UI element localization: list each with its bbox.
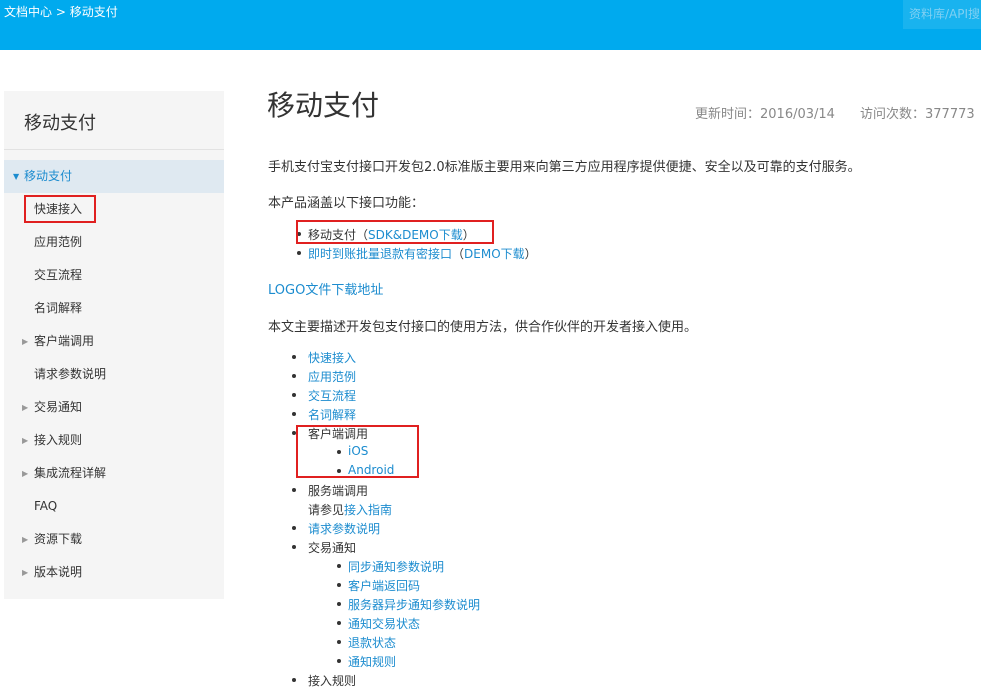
bullet-icon [292, 412, 296, 416]
bullet-icon [337, 621, 341, 625]
bullet-icon [337, 602, 341, 606]
breadcrumb-separator: > [55, 5, 66, 19]
bullet-icon [292, 678, 296, 682]
sidebar-divider [4, 149, 224, 150]
highlight-box [296, 220, 494, 244]
sidebar-title: 移动支付 [24, 113, 96, 134]
sidebar-item-params[interactable]: 请求参数说明 [4, 358, 224, 391]
bullet-icon [292, 526, 296, 530]
feature-item: 即时到账批量退款有密接口（DEMO下载） [308, 245, 537, 262]
description-text: 本文主要描述开发包支付接口的使用方法，供合作伙伴的开发者接入使用。 [268, 320, 698, 335]
bullet-icon [337, 640, 341, 644]
toc-notify-label: 交易通知 [308, 541, 357, 555]
caret-right-icon: ▶ [22, 469, 29, 478]
sidebar-item-integration[interactable]: ▶ 集成流程详解 [4, 457, 224, 490]
bullet-icon [292, 393, 296, 397]
covers-text: 本产品涵盖以下接口功能： [268, 196, 425, 211]
breadcrumb-root[interactable]: 文档中心 [4, 5, 52, 19]
highlight-box [296, 425, 419, 478]
toc-terms-link[interactable]: 名词解释 [308, 406, 356, 423]
bullet-icon [292, 374, 296, 378]
toc-sync-notify-link[interactable]: 同步通知参数说明 [348, 558, 444, 575]
sidebar-item-client[interactable]: ▶ 客户端调用 [4, 325, 224, 358]
bullet-icon [292, 545, 296, 549]
feature-paren: （ [452, 247, 465, 261]
caret-right-icon: ▶ [22, 568, 29, 577]
server-note-text: 请参见 [308, 503, 345, 517]
sidebar-item-label: 资源下载 [34, 532, 83, 546]
sidebar-item-versions[interactable]: ▶ 版本说明 [4, 556, 224, 589]
sidebar-item-label: 集成流程详解 [34, 466, 107, 480]
toc-examples-link[interactable]: 应用范例 [308, 368, 356, 385]
breadcrumb: 文档中心 > 移动支付 [4, 3, 118, 20]
bullet-icon [292, 488, 296, 492]
sidebar-item-label: 接入规则 [34, 433, 83, 447]
sidebar-item-terms[interactable]: 名词解释 [4, 292, 224, 325]
bullet-icon [297, 251, 301, 255]
bullet-icon [337, 564, 341, 568]
sidebar-item-mobile-pay[interactable]: ▼ 移动支付 [4, 160, 224, 193]
sidebar-item-label: 交互流程 [34, 268, 83, 282]
toc-async-notify-link[interactable]: 服务器异步通知参数说明 [348, 596, 480, 613]
sidebar-item-label: 客户端调用 [34, 334, 95, 348]
sidebar-item-rules[interactable]: ▶ 接入规则 [4, 424, 224, 457]
toc-server-label: 服务端调用 [308, 484, 369, 498]
bullet-icon [337, 659, 341, 663]
search-input[interactable]: 资料库/API搜 [903, 0, 981, 29]
bullet-icon [337, 583, 341, 587]
caret-right-icon: ▶ [22, 535, 29, 544]
sidebar-item-downloads[interactable]: ▶ 资源下载 [4, 523, 224, 556]
highlight-box [24, 195, 96, 223]
sidebar-item-notify[interactable]: ▶ 交易通知 [4, 391, 224, 424]
caret-right-icon: ▶ [22, 403, 29, 412]
access-guide-link[interactable]: 接入指南 [344, 503, 392, 517]
toc-trade-status-link[interactable]: 通知交易状态 [348, 615, 420, 632]
caret-right-icon: ▶ [22, 337, 29, 346]
toc-server-note: 请参见接入指南 [308, 501, 392, 518]
intro-text: 手机支付宝支付接口开发包2.0标准版主要用来向第三方应用程序提供便捷、安全以及可… [268, 160, 861, 175]
toc-quick-start-link[interactable]: 快速接入 [308, 349, 356, 366]
sidebar-item-examples[interactable]: 应用范例 [4, 226, 224, 259]
visit-count: 访问次数：377773 [860, 107, 975, 122]
sidebar-item-flow[interactable]: 交互流程 [4, 259, 224, 292]
sidebar-item-label: 移动支付 [24, 169, 73, 183]
sidebar-item-label: 版本说明 [34, 565, 83, 579]
toc-client-codes-link[interactable]: 客户端返回码 [348, 577, 420, 594]
page-title: 移动支付 [267, 89, 380, 122]
toc-notify-rules-link[interactable]: 通知规则 [348, 653, 396, 670]
batch-refund-link[interactable]: 即时到账批量退款有密接口 [308, 247, 452, 261]
sidebar: 移动支付 ▼ 移动支付 快速接入 应用范例 交互流程 名词解释 ▶ 客户端调用 … [4, 91, 224, 599]
logo-download-link[interactable]: LOGO文件下载地址 [268, 279, 383, 298]
sidebar-item-label: 请求参数说明 [34, 367, 107, 381]
sidebar-item-label: 交易通知 [34, 400, 83, 414]
top-bar: 文档中心 > 移动支付 资料库/API搜 [0, 0, 981, 50]
toc-params-link[interactable]: 请求参数说明 [308, 520, 380, 537]
demo-download-link[interactable]: DEMO下载 [464, 247, 525, 261]
sidebar-item-label: 名词解释 [34, 301, 83, 315]
toc-flow-link[interactable]: 交互流程 [308, 387, 356, 404]
sidebar-item-label: FAQ [34, 499, 58, 513]
sidebar-item-faq[interactable]: FAQ [4, 490, 224, 523]
feature-paren: ） [524, 247, 537, 261]
caret-down-icon: ▼ [13, 172, 20, 181]
sidebar-item-label: 应用范例 [34, 235, 83, 249]
toc-refund-status-link[interactable]: 退款状态 [348, 634, 396, 651]
update-time: 更新时间：2016/03/14 [695, 107, 835, 122]
bullet-icon [292, 355, 296, 359]
breadcrumb-current[interactable]: 移动支付 [70, 5, 118, 19]
caret-right-icon: ▶ [22, 436, 29, 445]
